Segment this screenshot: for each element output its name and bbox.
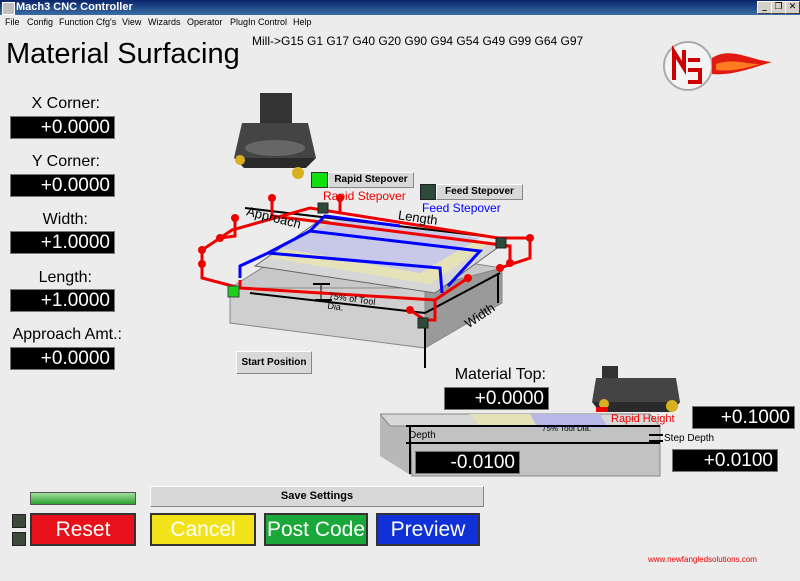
approach-amt-input[interactable]: +0.0000	[10, 347, 115, 370]
menu-plugin-control[interactable]: PlugIn Control	[230, 15, 287, 30]
app-icon	[2, 2, 15, 15]
rapid-height-label: Rapid Height	[611, 413, 675, 425]
step-depth-input[interactable]: +0.0100	[672, 449, 778, 472]
width-input[interactable]: +1.0000	[10, 231, 115, 254]
close-icon[interactable]: ✕	[785, 1, 800, 14]
menu-help[interactable]: Help	[293, 15, 312, 30]
length-label: Length:	[38, 269, 92, 286]
page-title: Material Surfacing	[6, 38, 240, 70]
newfangled-logo	[663, 41, 772, 91]
rapid-stepover-indicator	[311, 172, 328, 188]
status-led-2	[12, 532, 26, 546]
menu-function-cfgs[interactable]: Function Cfg's	[59, 15, 116, 30]
cancel-button[interactable]: Cancel	[150, 513, 256, 546]
preview-button[interactable]: Preview	[376, 513, 480, 546]
length-input[interactable]: +1.0000	[10, 289, 115, 312]
status-led-1	[12, 514, 26, 528]
save-settings-button[interactable]: Save Settings	[150, 486, 484, 507]
width-label: Width:	[42, 211, 88, 228]
post-code-button[interactable]: Post Code	[264, 513, 368, 546]
restore-icon[interactable]: ❐	[771, 1, 786, 14]
minimize-icon[interactable]: _	[757, 1, 772, 14]
menu-config[interactable]: Config	[27, 15, 53, 30]
x-corner-input[interactable]: +0.0000	[10, 116, 115, 139]
rapid-height-input[interactable]: +0.1000	[692, 406, 795, 429]
y-corner-input[interactable]: +0.0000	[10, 174, 115, 197]
depth-label: Depth	[409, 430, 436, 441]
step-depth-tick	[649, 434, 663, 436]
rapid-stepover-text: Rapid Stepover	[323, 189, 406, 203]
menu-bar: File Config Function Cfg's View Wizards …	[0, 15, 800, 30]
feed-stepover-indicator	[420, 184, 436, 200]
reset-button[interactable]: Reset	[30, 513, 136, 546]
x-corner-label: X Corner:	[31, 95, 100, 112]
website-link[interactable]: www.newfangledsolutions.com	[648, 555, 757, 564]
step-depth-label: Step Depth	[664, 433, 715, 444]
window-title: Mach3 CNC Controller	[16, 1, 133, 13]
menu-view[interactable]: View	[122, 15, 141, 30]
menu-file[interactable]: File	[5, 15, 20, 30]
rapid-stepover-button[interactable]: Rapid Stepover	[328, 172, 414, 188]
title-bar: Mach3 CNC Controller _ ❐ ✕	[0, 0, 800, 15]
approach-amt-label: Approach Amt.:	[12, 326, 122, 343]
progress-led	[30, 492, 136, 505]
menu-wizards[interactable]: Wizards	[148, 15, 181, 30]
feed-stepover-button[interactable]: Feed Stepover	[436, 184, 523, 200]
start-position-button[interactable]: Start Position	[236, 351, 312, 374]
menu-operator[interactable]: Operator	[187, 15, 223, 30]
y-corner-label: Y Corner:	[31, 153, 100, 170]
gcode-status: Mill->G15 G1 G17 G40 G20 G90 G94 G54 G49…	[252, 34, 584, 48]
tool-dia-small-label: 75% Tool Dia.	[542, 424, 592, 433]
step-depth-tick	[649, 440, 663, 442]
surfacing-diagram	[198, 93, 534, 368]
depth-input[interactable]: -0.0100	[415, 451, 520, 474]
